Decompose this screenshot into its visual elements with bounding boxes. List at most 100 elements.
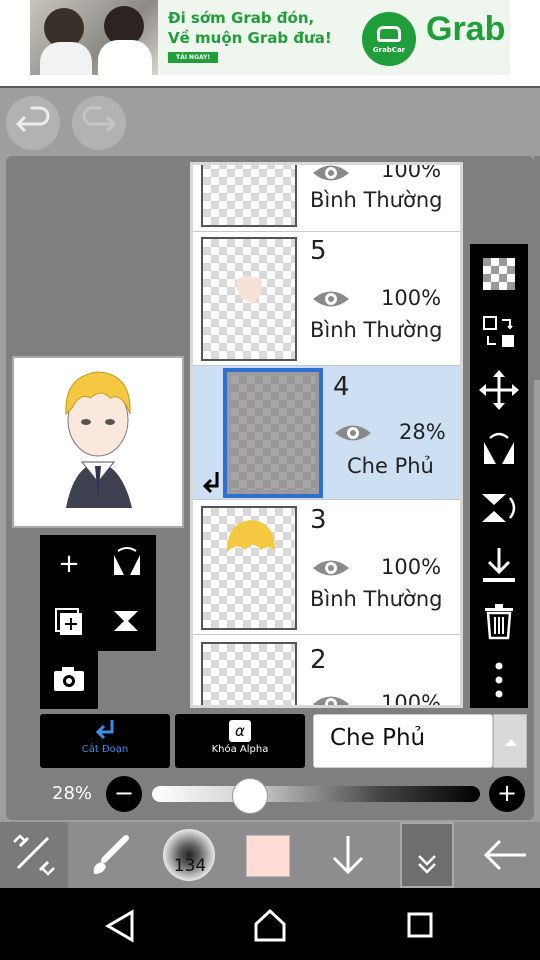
brush-icon — [93, 835, 129, 874]
layer-transfer-icon — [483, 316, 514, 347]
layer-thumbnail — [201, 642, 297, 705]
ad-cta-button[interactable]: TẢI NGAY! — [168, 52, 219, 63]
layer-blend-mode: Bình Thường — [310, 587, 443, 611]
clipping-button[interactable]: Cắt Đoạn — [40, 714, 170, 768]
plus-icon: + — [496, 779, 518, 807]
opacity-slider-handle[interactable] — [232, 778, 268, 814]
arrow-left-icon — [483, 839, 526, 871]
redo-button[interactable] — [72, 96, 126, 150]
transform-tool-button[interactable] — [0, 822, 68, 888]
download-button[interactable] — [318, 822, 378, 888]
nav-recents-button[interactable] — [390, 900, 450, 950]
redo-icon — [82, 106, 117, 132]
alpha-lock-label: Khóa Alpha — [211, 744, 269, 755]
eye-icon[interactable] — [311, 693, 351, 708]
layer-transfer-button[interactable] — [470, 304, 528, 360]
layer-number: 4 — [333, 372, 350, 402]
eye-icon[interactable] — [311, 162, 351, 184]
layer-opacity: 100% — [381, 555, 442, 579]
ad-headline-line1: Đi sớm Grab đón, — [168, 9, 315, 27]
clipping-icon — [95, 720, 114, 740]
character-preview — [65, 371, 132, 508]
layers-panel-toggle[interactable] — [400, 822, 454, 888]
layer-number: 3 — [310, 505, 327, 535]
layer-thumbnail — [223, 368, 323, 498]
opacity-decrease-button[interactable]: − — [106, 776, 142, 812]
eye-icon[interactable] — [311, 288, 351, 310]
layer-number: 5 — [310, 236, 327, 266]
hand-sketch — [237, 276, 262, 303]
grab-brand: Grab — [426, 10, 506, 48]
home-icon — [254, 908, 286, 942]
undo-icon — [15, 106, 50, 132]
nav-home-button[interactable] — [240, 900, 300, 950]
ad-banner[interactable]: Đi sớm Grab đón, Về muộn Grab đưa! TẢI N… — [0, 0, 540, 88]
nav-back-button[interactable] — [90, 900, 150, 950]
brush-size-value: 134 — [173, 856, 207, 876]
chevron-up-icon — [505, 739, 517, 746]
brush-tool-button[interactable] — [80, 822, 140, 888]
move-icon — [479, 370, 519, 410]
layer-row-selected[interactable]: 4 28% Che Phủ — [193, 366, 460, 500]
checkerboard-icon — [483, 258, 515, 290]
layer-opacity: 100% — [381, 691, 442, 708]
flip-horizontal-icon — [484, 432, 514, 464]
flip-layer-icon — [114, 547, 140, 575]
layer-blend-mode: Che Phủ — [347, 454, 434, 478]
merge-down-button[interactable] — [98, 593, 156, 651]
ad-headline-line2: Về muộn Grab đưa! — [168, 29, 332, 47]
more-button[interactable] — [470, 652, 528, 708]
delete-layer-button[interactable] — [470, 594, 528, 650]
opacity-increase-button[interactable]: + — [489, 776, 525, 812]
blend-mode-select[interactable]: Che Phủ — [313, 714, 493, 768]
ad-logo-label: GrabCar — [372, 46, 406, 54]
layer-thumbnail — [201, 165, 297, 227]
eye-icon[interactable] — [311, 557, 351, 579]
hair-sketch — [227, 520, 275, 552]
ad-photo — [30, 0, 158, 75]
layer-thumbnail — [201, 506, 297, 630]
layer-row[interactable]: 3 100% Bình Thường — [193, 501, 460, 635]
download-icon — [483, 548, 515, 582]
brush-size-button[interactable]: 134 — [160, 822, 220, 888]
back-button[interactable] — [476, 822, 536, 888]
layer-row[interactable]: 100% Bình Thường — [193, 162, 460, 232]
undo-button[interactable] — [6, 96, 60, 150]
clipping-label: Cắt Đoạn — [81, 744, 129, 755]
layer-blend-mode: Bình Thường — [310, 318, 443, 342]
car-icon — [377, 26, 401, 42]
merge-download-button[interactable] — [470, 538, 528, 594]
flip-vertical-icon — [482, 494, 516, 522]
alpha-lock-button[interactable]: α Khóa Alpha — [175, 714, 305, 768]
trash-icon — [485, 604, 513, 640]
layers-panel[interactable]: 100% Bình Thường 5 100% Bình Thường 4 28… — [190, 162, 463, 708]
opacity-slider[interactable] — [152, 786, 480, 802]
canvas-preview[interactable] — [12, 356, 184, 528]
current-color-swatch — [246, 835, 290, 877]
minus-icon: − — [113, 779, 135, 807]
opacity-label: 28% — [52, 783, 93, 804]
move-button[interactable] — [470, 362, 528, 418]
add-layer-button[interactable]: + — [40, 535, 98, 593]
camera-button[interactable] — [40, 651, 98, 709]
double-chevron-down-icon — [418, 855, 436, 874]
ad-content[interactable]: Đi sớm Grab đón, Về muộn Grab đưa! TẢI N… — [30, 0, 510, 75]
flip-layer-button[interactable] — [98, 535, 156, 593]
canvas-edge — [534, 156, 540, 380]
layer-row[interactable]: 2 100% — [193, 637, 460, 708]
flip-vertical-button[interactable] — [470, 480, 528, 536]
transparency-button[interactable] — [470, 246, 528, 302]
grabcar-logo: GrabCar — [362, 12, 416, 66]
flip-horizontal-button[interactable] — [470, 422, 528, 478]
duplicate-layer-icon — [55, 608, 82, 635]
duplicate-layer-button[interactable] — [40, 593, 98, 651]
layer-row[interactable]: 5 100% Bình Thường — [193, 232, 460, 366]
color-swatch-button[interactable] — [246, 822, 290, 888]
layer-opacity: 100% — [381, 162, 442, 182]
camera-icon — [54, 667, 84, 691]
eye-icon[interactable] — [333, 422, 373, 444]
layer-blend-mode: Bình Thường — [310, 188, 443, 212]
arrow-down-icon — [332, 836, 364, 875]
transform-icon — [13, 834, 55, 876]
blend-mode-dropdown-button[interactable] — [493, 714, 527, 768]
